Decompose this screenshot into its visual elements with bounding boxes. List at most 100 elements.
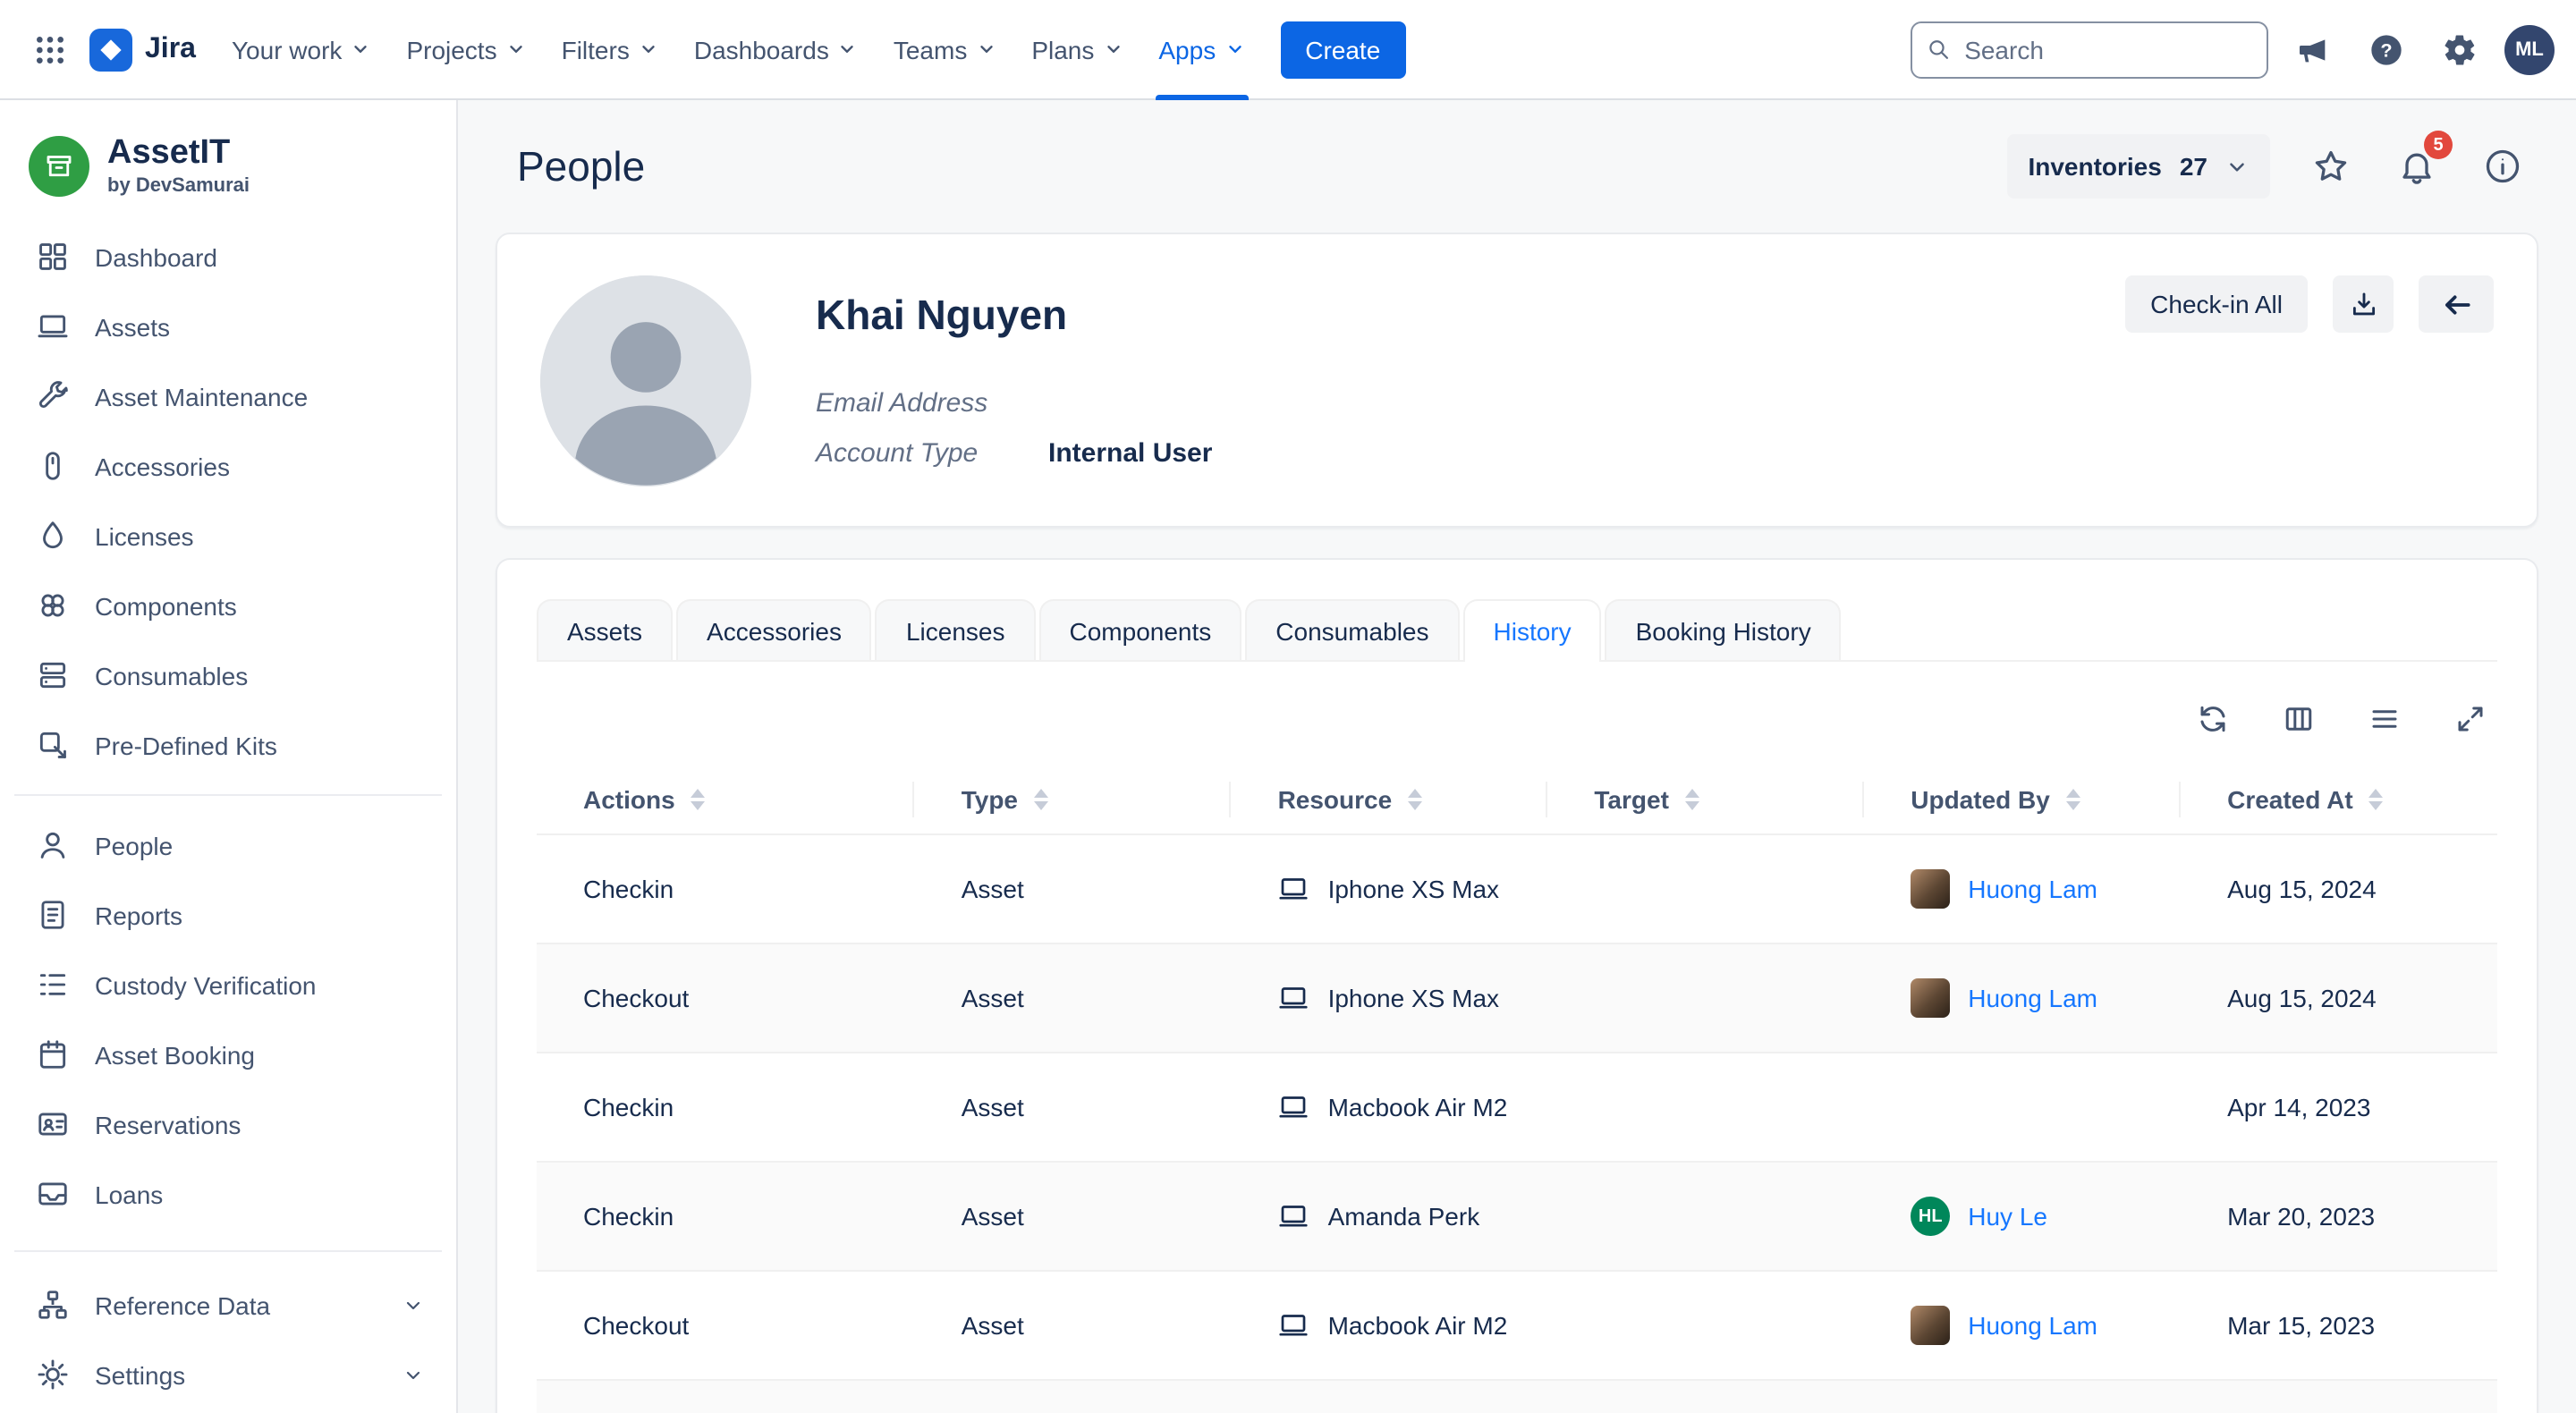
sidebar-item-asset-maintenance[interactable]: Asset Maintenance xyxy=(0,361,456,431)
app-window: Jira Your work Projects Filters Dashboar… xyxy=(0,0,2576,1413)
nav-item-apps[interactable]: Apps xyxy=(1140,0,1262,99)
tab-history[interactable]: History xyxy=(1463,599,1602,660)
column-header-resource[interactable]: Resource xyxy=(1232,766,1548,834)
cell-created-at: Mar 20, 2023 xyxy=(2181,1162,2497,1271)
info-icon xyxy=(2483,147,2522,186)
inventories-dropdown[interactable]: Inventories 27 xyxy=(2006,134,2270,199)
sort-icon[interactable] xyxy=(1034,789,1048,810)
table-row[interactable]: Checkin Asset Amanda Perk HLHuy Le Mar 2… xyxy=(537,1162,2497,1271)
column-settings-button[interactable] xyxy=(2279,699,2318,739)
cell-updated-by: Huong Lam xyxy=(1864,834,2181,943)
profile-avatar-button[interactable]: ML xyxy=(2504,24,2555,74)
cell-type: Asset xyxy=(915,1053,1232,1162)
nav-item-your-work[interactable]: Your work xyxy=(214,0,389,99)
sort-icon[interactable] xyxy=(691,789,706,810)
cell-type: Asset xyxy=(915,1162,1232,1271)
app-header: AssetIT by DevSamurai xyxy=(0,125,456,222)
cell-target xyxy=(1547,1053,1864,1162)
sidebar-item-reference-data[interactable]: Reference Data xyxy=(0,1270,456,1340)
favorite-button[interactable] xyxy=(2306,141,2356,191)
user-avatar-initials: HL xyxy=(1911,1197,1950,1236)
check-in-all-button[interactable]: Check-in All xyxy=(2125,275,2308,333)
sidebar-item-people[interactable]: People xyxy=(0,810,456,880)
chevron-down-icon xyxy=(838,39,858,59)
info-button[interactable] xyxy=(2478,141,2528,191)
sort-icon[interactable] xyxy=(1408,789,1422,810)
jira-logo[interactable]: Jira xyxy=(89,28,196,71)
nav-item-dashboards[interactable]: Dashboards xyxy=(676,0,876,99)
create-button[interactable]: Create xyxy=(1280,21,1405,78)
account-type-label: Account Type xyxy=(816,438,1048,469)
sidebar-item-assets[interactable]: Assets xyxy=(0,292,456,361)
column-header-updated-by[interactable]: Updated By xyxy=(1864,766,2181,834)
tab-accessories[interactable]: Accessories xyxy=(676,599,872,660)
tab-assets[interactable]: Assets xyxy=(537,599,673,660)
table-toolbar xyxy=(537,662,2497,766)
page-header-actions: Inventories 27 5 xyxy=(2006,134,2528,199)
columns-icon xyxy=(2283,703,2315,735)
sort-icon[interactable] xyxy=(2369,789,2384,810)
sidebar-item-asset-booking[interactable]: Asset Booking xyxy=(0,1020,456,1089)
chevron-down-icon xyxy=(639,39,658,59)
tab-components[interactable]: Components xyxy=(1039,599,1242,660)
refresh-button[interactable] xyxy=(2193,699,2233,739)
app-switcher-button[interactable] xyxy=(21,21,79,78)
column-header-target[interactable]: Target xyxy=(1547,766,1864,834)
table-row[interactable]: Checkin Asset Macbook Air M2 Apr 14, 202… xyxy=(537,1053,2497,1162)
gear-icon xyxy=(2442,31,2478,67)
back-button[interactable] xyxy=(2419,275,2494,333)
email-field-row: Email Address xyxy=(816,388,1212,419)
table-row[interactable]: Checkout Asset Macbook Air M2 Huong Lam … xyxy=(537,1271,2497,1380)
column-header-created-at[interactable]: Created At xyxy=(2181,766,2497,834)
sidebar-item-licenses[interactable]: Licenses xyxy=(0,501,456,571)
nav-item-filters[interactable]: Filters xyxy=(544,0,676,99)
sidebar-item-settings[interactable]: Settings xyxy=(0,1340,456,1409)
table-row[interactable]: Checkout Asset Iphone XS Max Huong Lam A… xyxy=(537,943,2497,1053)
cell-resource: Macbook Air M2 xyxy=(1232,1053,1548,1162)
arrow-left-icon xyxy=(2439,287,2473,321)
announcements-button[interactable] xyxy=(2284,21,2342,78)
column-header-type[interactable]: Type xyxy=(915,766,1232,834)
cell-type: Asset xyxy=(915,943,1232,1053)
sidebar-item-reservations[interactable]: Reservations xyxy=(0,1089,456,1159)
profile-card: Khai Nguyen Email Address Account Type I… xyxy=(496,233,2538,528)
fullscreen-button[interactable] xyxy=(2451,699,2490,739)
sidebar-item-custody-verification[interactable]: Custody Verification xyxy=(0,950,456,1020)
sidebar-item-dashboard[interactable]: Dashboard xyxy=(0,222,456,292)
user-link[interactable]: Huong Lam xyxy=(1968,1311,2097,1340)
chevron-down-icon xyxy=(976,39,996,59)
notification-badge: 5 xyxy=(2424,131,2453,159)
table-row[interactable]: Checkin Asset Iphone XS Max Huong Lam Au… xyxy=(537,834,2497,943)
search-box[interactable] xyxy=(1911,21,2268,78)
sidebar-item-components[interactable]: Components xyxy=(0,571,456,640)
nav-item-teams[interactable]: Teams xyxy=(876,0,1013,99)
cell-created-at: Aug 15, 2024 xyxy=(2181,943,2497,1053)
tab-consumables[interactable]: Consumables xyxy=(1245,599,1459,660)
nav-item-plans[interactable]: Plans xyxy=(1013,0,1140,99)
jira-logo-icon xyxy=(89,28,132,71)
reference-data-icon xyxy=(36,1288,70,1322)
column-header-actions[interactable]: Actions xyxy=(537,766,915,834)
user-link[interactable]: Huy Le xyxy=(1968,1202,2047,1231)
sidebar-item-reports[interactable]: Reports xyxy=(0,880,456,950)
user-link[interactable]: Huong Lam xyxy=(1968,984,2097,1012)
tab-booking-history[interactable]: Booking History xyxy=(1606,599,1842,660)
density-button[interactable] xyxy=(2365,699,2404,739)
tab-licenses[interactable]: Licenses xyxy=(876,599,1036,660)
nav-item-projects[interactable]: Projects xyxy=(388,0,543,99)
notifications-button[interactable]: 5 xyxy=(2392,141,2442,191)
cell-updated-by: HL Huy Le xyxy=(1864,1162,2181,1271)
sidebar-item-accessories[interactable]: Accessories xyxy=(0,431,456,501)
export-button[interactable] xyxy=(2333,275,2394,333)
sidebar-item-loans[interactable]: Loans xyxy=(0,1159,456,1229)
sort-icon[interactable] xyxy=(2066,789,2080,810)
user-link[interactable]: Huong Lam xyxy=(1968,875,2097,903)
sort-icon[interactable] xyxy=(1685,789,1699,810)
sidebar-item-pre-defined-kits[interactable]: Pre-Defined Kits xyxy=(0,710,456,780)
settings-button[interactable] xyxy=(2431,21,2488,78)
help-button[interactable]: ? xyxy=(2358,21,2415,78)
search-input[interactable] xyxy=(1961,33,2252,65)
user-avatar xyxy=(1911,978,1950,1018)
star-icon xyxy=(2311,147,2351,186)
sidebar-item-consumables[interactable]: Consumables xyxy=(0,640,456,710)
